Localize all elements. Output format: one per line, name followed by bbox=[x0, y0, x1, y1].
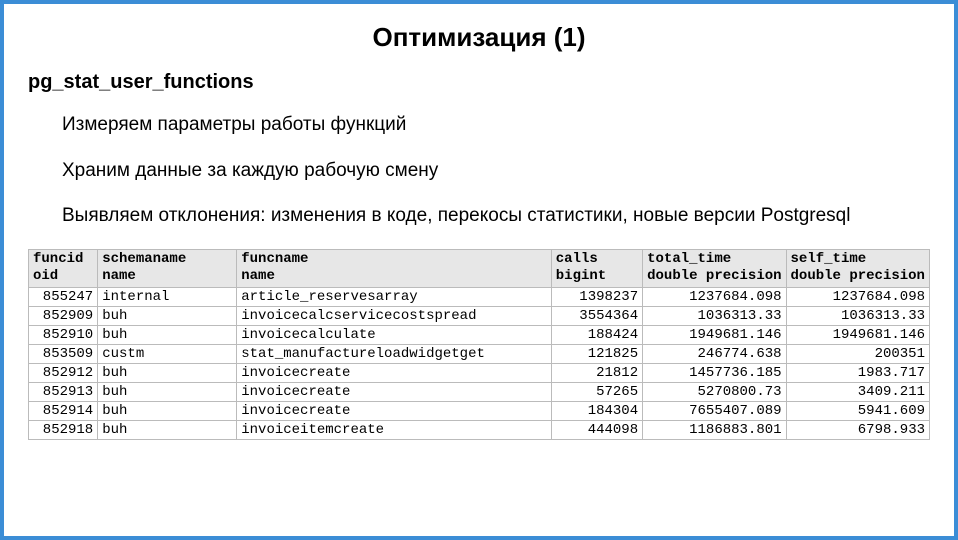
col-self-time: self_time double precision bbox=[786, 249, 929, 287]
bullet-points: Измеряем параметры работы функций Храним… bbox=[28, 112, 930, 229]
cell-funcid: 852909 bbox=[29, 306, 98, 325]
title-bold: Оптимизация bbox=[372, 22, 546, 52]
table-row: 852918buhinvoiceitemcreate4440981186883.… bbox=[29, 420, 930, 439]
table-row: 853509custmstat_manufactureloadwidgetget… bbox=[29, 344, 930, 363]
cell-funcid: 852910 bbox=[29, 325, 98, 344]
cell-funcid: 853509 bbox=[29, 344, 98, 363]
cell-schemaname: internal bbox=[98, 287, 237, 306]
cell-schemaname: buh bbox=[98, 401, 237, 420]
cell-total-time: 1457736.185 bbox=[643, 363, 786, 382]
subtitle: pg_stat_user_functions bbox=[28, 71, 930, 94]
cell-total-time: 7655407.089 bbox=[643, 401, 786, 420]
cell-funcname: article_reservesarray bbox=[237, 287, 552, 306]
slide-title: Оптимизация (1) bbox=[28, 22, 930, 53]
stats-table-wrap: funcid oid schemaname name funcname name… bbox=[28, 249, 930, 440]
cell-total-time: 1186883.801 bbox=[643, 420, 786, 439]
col-funcname: funcname name bbox=[237, 249, 552, 287]
cell-schemaname: custm bbox=[98, 344, 237, 363]
cell-calls: 3554364 bbox=[551, 306, 642, 325]
point: Выявляем отклонения: изменения в коде, п… bbox=[62, 203, 930, 229]
cell-total-time: 246774.638 bbox=[643, 344, 786, 363]
cell-calls: 21812 bbox=[551, 363, 642, 382]
cell-self-time: 1983.717 bbox=[786, 363, 929, 382]
cell-self-time: 1036313.33 bbox=[786, 306, 929, 325]
col-calls: calls bigint bbox=[551, 249, 642, 287]
cell-schemaname: buh bbox=[98, 420, 237, 439]
col-schemaname: schemaname name bbox=[98, 249, 237, 287]
cell-self-time: 200351 bbox=[786, 344, 929, 363]
cell-calls: 184304 bbox=[551, 401, 642, 420]
cell-total-time: 5270800.73 bbox=[643, 382, 786, 401]
cell-funcname: invoicecreate bbox=[237, 363, 552, 382]
cell-total-time: 1036313.33 bbox=[643, 306, 786, 325]
cell-self-time: 1949681.146 bbox=[786, 325, 929, 344]
point: Измеряем параметры работы функций bbox=[62, 112, 930, 138]
cell-funcname: invoicecreate bbox=[237, 382, 552, 401]
col-funcid: funcid oid bbox=[29, 249, 98, 287]
cell-funcname: invoiceitemcreate bbox=[237, 420, 552, 439]
cell-self-time: 5941.609 bbox=[786, 401, 929, 420]
cell-calls: 57265 bbox=[551, 382, 642, 401]
cell-calls: 121825 bbox=[551, 344, 642, 363]
cell-self-time: 6798.933 bbox=[786, 420, 929, 439]
table-row: 855247internalarticle_reservesarray13982… bbox=[29, 287, 930, 306]
cell-total-time: 1949681.146 bbox=[643, 325, 786, 344]
cell-self-time: 1237684.098 bbox=[786, 287, 929, 306]
cell-calls: 444098 bbox=[551, 420, 642, 439]
cell-schemaname: buh bbox=[98, 325, 237, 344]
cell-funcname: invoicecalcservicecostspread bbox=[237, 306, 552, 325]
point: Храним данные за каждую рабочую смену bbox=[62, 158, 930, 184]
cell-schemaname: buh bbox=[98, 363, 237, 382]
cell-funcname: stat_manufactureloadwidgetget bbox=[237, 344, 552, 363]
cell-calls: 1398237 bbox=[551, 287, 642, 306]
cell-total-time: 1237684.098 bbox=[643, 287, 786, 306]
cell-funcname: invoicecreate bbox=[237, 401, 552, 420]
stats-table: funcid oid schemaname name funcname name… bbox=[28, 249, 930, 440]
title-number: (1) bbox=[554, 22, 586, 52]
table-row: 852909buhinvoicecalcservicecostspread355… bbox=[29, 306, 930, 325]
cell-funcid: 855247 bbox=[29, 287, 98, 306]
cell-funcname: invoicecalculate bbox=[237, 325, 552, 344]
cell-funcid: 852912 bbox=[29, 363, 98, 382]
cell-funcid: 852913 bbox=[29, 382, 98, 401]
cell-schemaname: buh bbox=[98, 306, 237, 325]
table-row: 852913buhinvoicecreate572655270800.73340… bbox=[29, 382, 930, 401]
table-row: 852910buhinvoicecalculate1884241949681.1… bbox=[29, 325, 930, 344]
table-row: 852914buhinvoicecreate1843047655407.0895… bbox=[29, 401, 930, 420]
table-row: 852912buhinvoicecreate218121457736.18519… bbox=[29, 363, 930, 382]
col-total-time: total_time double precision bbox=[643, 249, 786, 287]
slide-content: Оптимизация (1) pg_stat_user_functions И… bbox=[4, 4, 954, 450]
table-header-row: funcid oid schemaname name funcname name… bbox=[29, 249, 930, 287]
cell-calls: 188424 bbox=[551, 325, 642, 344]
cell-funcid: 852918 bbox=[29, 420, 98, 439]
cell-funcid: 852914 bbox=[29, 401, 98, 420]
cell-self-time: 3409.211 bbox=[786, 382, 929, 401]
cell-schemaname: buh bbox=[98, 382, 237, 401]
